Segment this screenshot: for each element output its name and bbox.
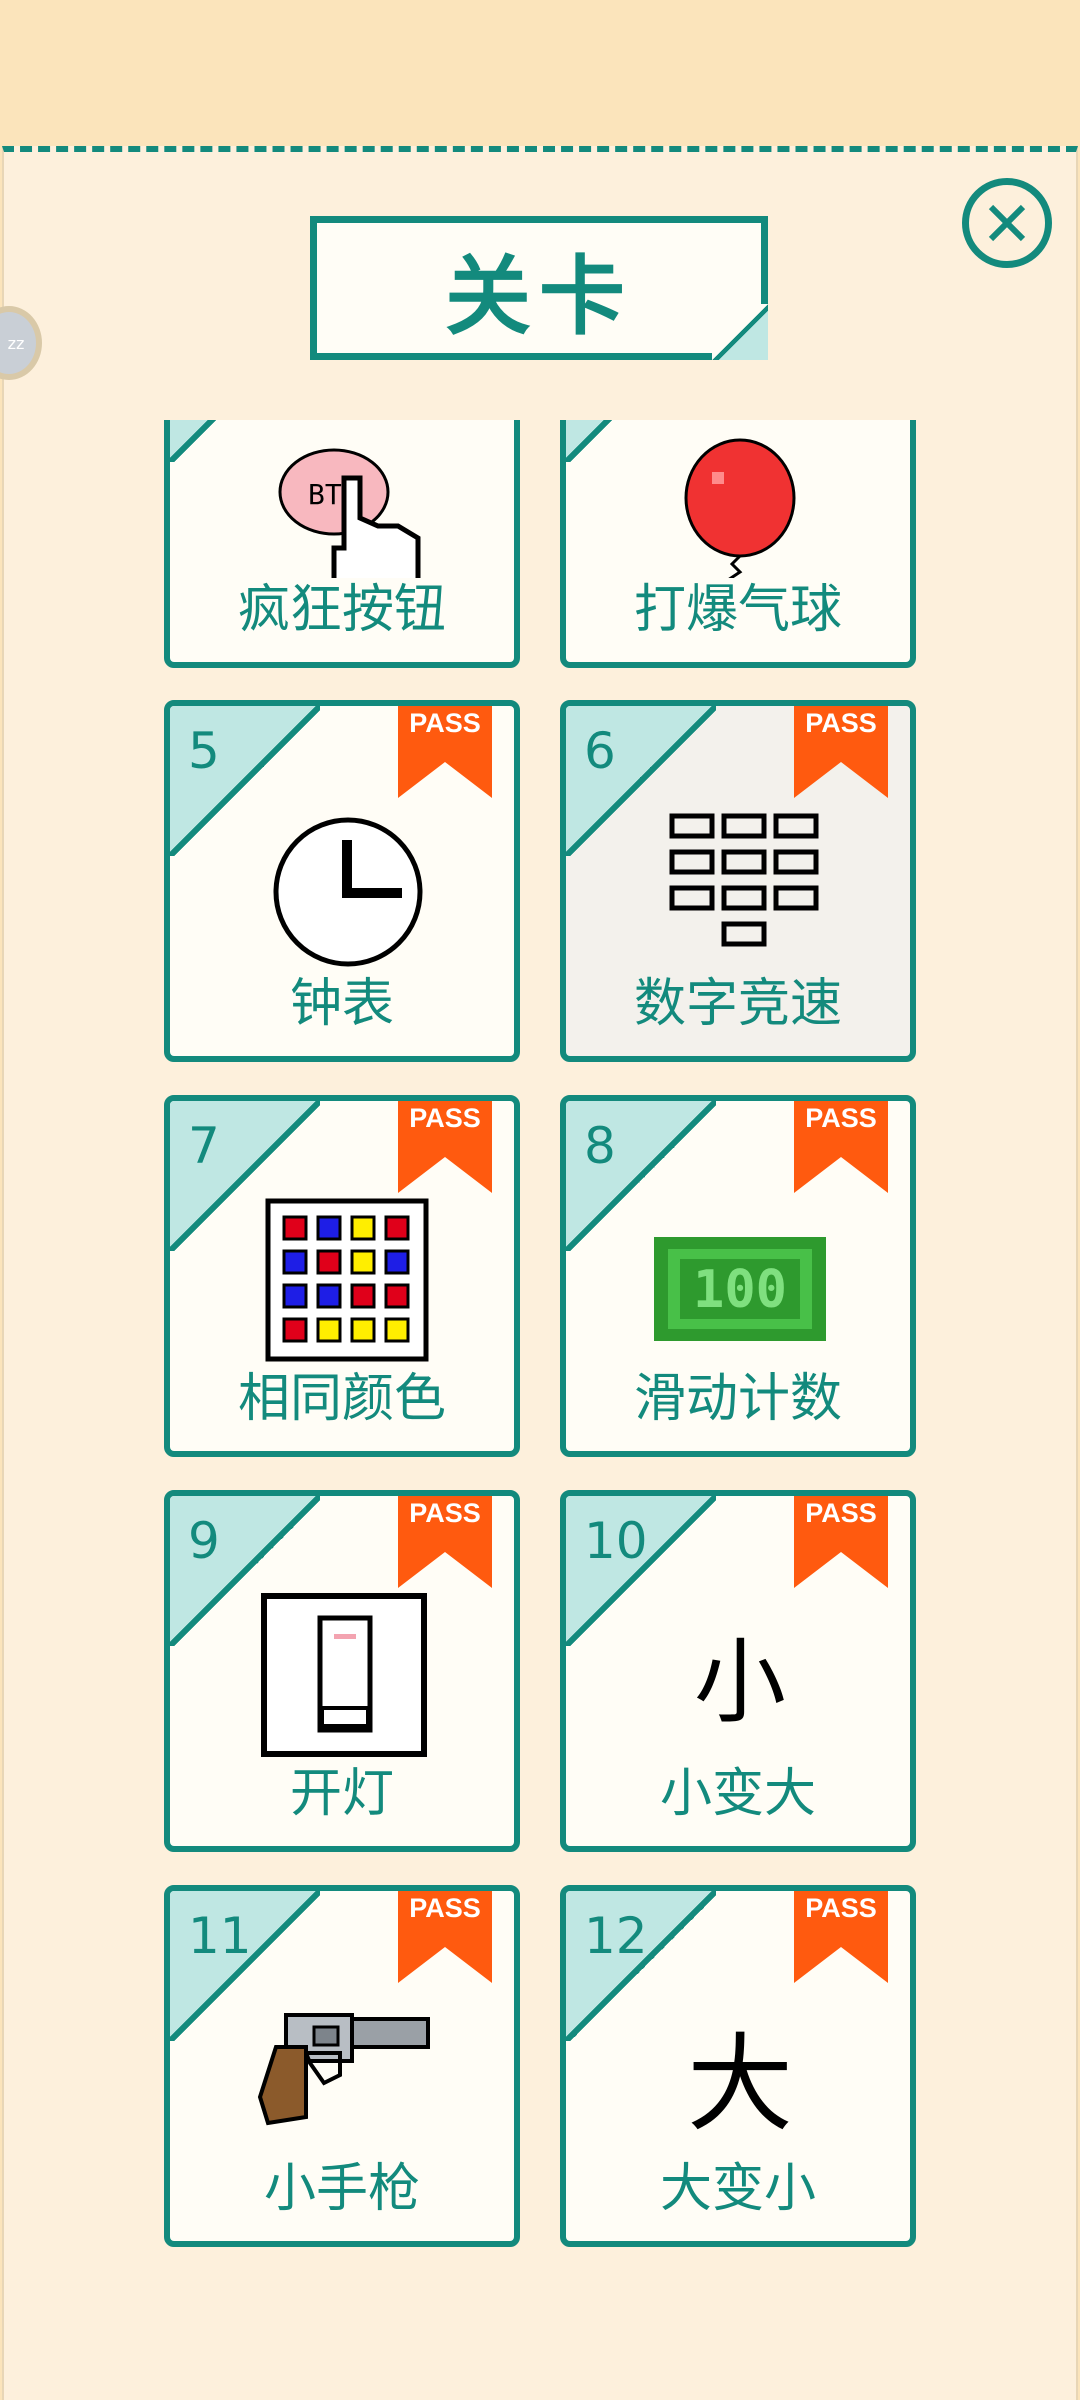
level-number: 8 [584,1117,616,1175]
level-number: 11 [188,1907,252,1965]
level-name: 相同颜色 [237,1369,446,1429]
level-card-3[interactable]: BTN 疯狂按钮 [164,420,520,668]
side-bubble-label: zz [7,333,25,353]
pass-badge: PASS [794,1891,888,1983]
level-card-11[interactable]: 11 PASS 小手枪 [164,1885,520,2247]
level-name: 打爆气球 [633,580,842,640]
page-title: 关卡 [445,246,633,347]
pass-badge-label: PASS [805,1103,877,1133]
level-grid: BTN 疯狂按钮 打爆气球 5 PASS 钟表 6 PASS 数字竞速 7 PA… [0,420,1080,2266]
big-char-text: 大 [687,2023,793,2146]
level-number: 6 [584,722,616,780]
level-name: 钟表 [289,974,394,1034]
level-name: 疯狂按钮 [237,580,446,640]
pass-badge: PASS [398,1101,492,1193]
level-name: 滑动计数 [633,1369,842,1429]
pass-badge: PASS [794,1496,888,1588]
close-icon [988,204,1026,242]
pass-badge-label: PASS [805,1893,877,1923]
revolver-icon [248,1987,438,2157]
counter-100-icon: 100 [644,1197,834,1367]
big-char-icon: 大 [644,1987,834,2157]
level-name: 小手枪 [263,2159,420,2219]
level-number: 7 [188,1117,220,1175]
level-card-5[interactable]: 5 PASS 钟表 [164,700,520,1062]
hand-press-icon: BTN [248,420,438,578]
keypad-icon [644,802,834,972]
pass-badge: PASS [794,1101,888,1193]
level-card-4[interactable]: 打爆气球 [560,420,916,668]
level-card-8[interactable]: 8 PASS 100 滑动计数 [560,1095,916,1457]
level-card-9[interactable]: 9 PASS 开灯 [164,1490,520,1852]
level-card-7[interactable]: 7 PASS 相同颜色 [164,1095,520,1457]
level-card-12[interactable]: 12 PASS 大 大变小 [560,1885,916,2247]
level-card-6[interactable]: 6 PASS 数字竞速 [560,700,916,1062]
title-fold-corner [712,304,768,360]
level-number: 10 [584,1512,648,1570]
pass-badge-label: PASS [805,708,877,738]
title-banner: 关卡 [310,216,768,360]
pass-badge: PASS [398,1891,492,1983]
small-char-text: 小 [694,1629,786,1736]
balloon-icon [644,420,834,578]
pass-badge: PASS [794,706,888,798]
close-button[interactable] [962,178,1052,268]
pass-badge-label: PASS [409,1498,481,1528]
level-name: 开灯 [289,1764,394,1824]
pass-badge-label: PASS [805,1498,877,1528]
light-switch-icon [248,1592,438,1762]
clock-icon [248,802,438,972]
pass-badge: PASS [398,1496,492,1588]
level-number: 9 [188,1512,220,1570]
pass-badge-label: PASS [409,708,481,738]
level-number: 5 [188,722,220,780]
level-name: 大变小 [659,2159,816,2219]
pass-badge-label: PASS [409,1893,481,1923]
level-name: 小变大 [659,1764,816,1824]
level-name: 数字竞速 [633,974,842,1034]
color-grid-icon [248,1197,438,1367]
level-number: 12 [584,1907,648,1965]
level-card-10[interactable]: 10 PASS 小 小变大 [560,1490,916,1852]
pass-badge: PASS [398,706,492,798]
top-strip [0,0,1080,146]
small-char-icon: 小 [644,1592,834,1762]
pass-badge-label: PASS [409,1103,481,1133]
counter-text: 100 [693,1260,787,1320]
